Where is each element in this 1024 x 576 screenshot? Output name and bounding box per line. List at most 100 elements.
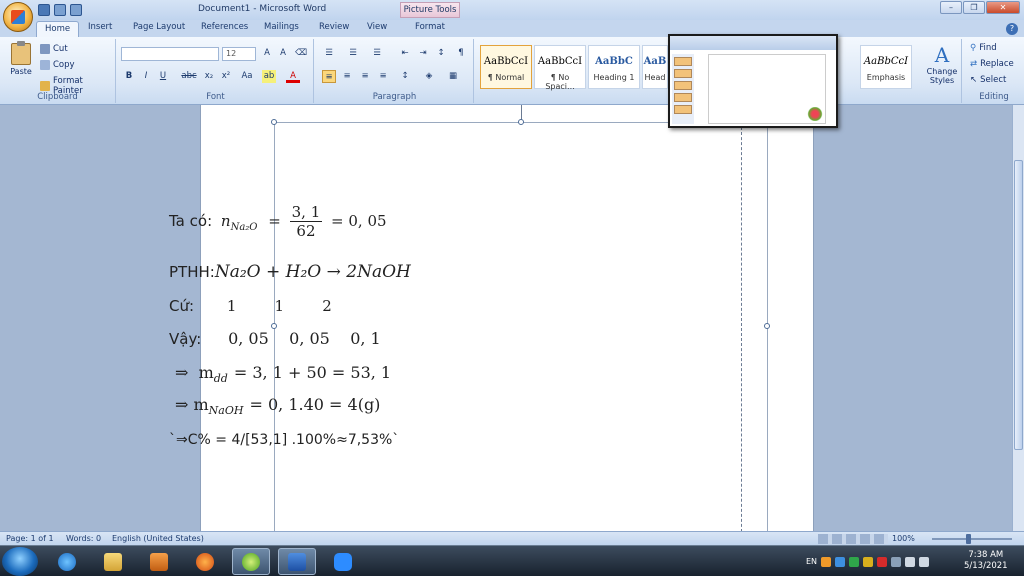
font-name-input[interactable] <box>121 47 219 61</box>
language-indicator[interactable]: English (United States) <box>112 534 204 543</box>
borders-icon[interactable]: ▦ <box>446 70 460 83</box>
tab-view[interactable]: View <box>367 22 387 32</box>
font-size-input[interactable]: 12 <box>222 47 256 61</box>
vertical-scrollbar[interactable] <box>1012 105 1024 531</box>
system-tray: EN <box>806 548 930 575</box>
justify-icon[interactable]: ≡ <box>376 70 390 83</box>
taskbar-media[interactable] <box>140 548 178 575</box>
view-buttons[interactable] <box>818 534 888 544</box>
tray-flag-icon[interactable] <box>891 556 902 567</box>
multilevel-list-icon[interactable]: ☰ <box>370 47 384 60</box>
quick-access-toolbar <box>38 3 82 17</box>
italic-button[interactable]: I <box>139 70 153 83</box>
taskbar-firefox[interactable] <box>186 548 224 575</box>
tray-check-icon[interactable] <box>849 556 860 567</box>
zoom-slider[interactable] <box>932 538 1012 540</box>
undo-icon[interactable] <box>54 4 66 16</box>
numbering-icon[interactable]: ☰ <box>346 47 360 60</box>
scroll-thumb[interactable] <box>1014 160 1023 450</box>
decrease-indent-icon[interactable]: ⇤ <box>398 47 412 60</box>
font-color-icon[interactable]: A <box>286 70 300 83</box>
close-button[interactable]: ✕ <box>986 1 1020 14</box>
taskbar-word[interactable] <box>278 548 316 575</box>
network-icon[interactable] <box>905 556 916 567</box>
zoom-icon <box>334 552 352 571</box>
style-no-spacing[interactable]: AaBbCcI ¶ No Spaci... <box>534 45 586 91</box>
subscript-button[interactable]: x₂ <box>202 70 216 83</box>
tab-review[interactable]: Review <box>319 22 349 32</box>
copy-button[interactable]: Copy <box>40 60 75 70</box>
tab-mailings[interactable]: Mailings <box>264 22 299 32</box>
window-title: Document1 - Microsoft Word <box>198 4 327 14</box>
style-normal[interactable]: AaBbCcI ¶ Normal <box>480 45 532 89</box>
cut-button[interactable]: Cut <box>40 44 68 54</box>
style-emphasis[interactable]: AaBbCcI Emphasis <box>860 45 912 89</box>
resize-handle-right[interactable] <box>764 323 770 329</box>
word-count[interactable]: Words: 0 <box>66 534 101 543</box>
taskbar-zoom[interactable] <box>324 548 362 575</box>
tab-home[interactable]: Home <box>36 21 80 37</box>
tray-app-icon[interactable] <box>821 556 832 567</box>
taskbar-app-green[interactable] <box>232 548 270 575</box>
sort-icon[interactable]: ↕ <box>434 47 448 60</box>
clear-format-icon[interactable]: ⌫ <box>294 47 308 60</box>
align-center-icon[interactable]: ≡ <box>340 70 354 83</box>
binoculars-icon: ⚲ <box>970 43 977 53</box>
grow-font-icon[interactable]: A <box>260 47 274 60</box>
zoom-level[interactable]: 100% <box>892 534 915 543</box>
editing-group-label: Editing <box>979 92 1009 102</box>
tray-shield-icon[interactable] <box>863 556 874 567</box>
page-count[interactable]: Page: 1 of 1 <box>6 534 54 543</box>
increase-indent-icon[interactable]: ⇥ <box>416 47 430 60</box>
underline-button[interactable]: U <box>156 70 170 83</box>
redo-icon[interactable] <box>70 4 82 16</box>
save-icon[interactable] <box>38 4 50 16</box>
tab-format[interactable]: Format <box>415 22 445 32</box>
find-button[interactable]: ⚲ Find <box>970 43 997 53</box>
paste-button[interactable]: Paste <box>6 41 36 89</box>
line-spacing-icon[interactable]: ↕ <box>398 70 412 83</box>
clock[interactable]: 7:38 AM 5/13/2021 <box>964 550 1008 572</box>
scissors-icon <box>40 44 50 54</box>
show-marks-icon[interactable]: ¶ <box>454 47 468 60</box>
align-left-icon[interactable]: ≡ <box>322 70 336 83</box>
change-case-button[interactable]: Aa <box>238 70 256 83</box>
line-mass-solution: ⇒ mdd = 3, 1 + 50 = 53, 1 <box>175 363 392 385</box>
help-icon[interactable]: ? <box>1006 23 1018 35</box>
bold-button[interactable]: B <box>122 70 136 83</box>
style-heading-1[interactable]: AaBbC Heading 1 <box>588 45 640 89</box>
tab-references[interactable]: References <box>201 22 248 32</box>
superscript-button[interactable]: x² <box>219 70 233 83</box>
change-styles-button[interactable]: A Change Styles <box>924 43 960 85</box>
strikethrough-button[interactable]: abc <box>180 70 198 83</box>
start-button[interactable] <box>2 547 38 576</box>
office-button[interactable] <box>3 2 33 32</box>
brush-icon <box>40 81 50 91</box>
clock-time: 7:38 AM <box>968 550 1004 560</box>
restore-button[interactable]: ❐ <box>963 1 985 14</box>
resize-handle-top[interactable] <box>518 119 524 125</box>
select-button[interactable]: ↖ Select <box>970 75 1006 85</box>
shrink-font-icon[interactable]: A <box>276 47 290 60</box>
document-page[interactable] <box>200 105 814 542</box>
highlight-icon[interactable]: ab <box>262 70 276 83</box>
minimize-button[interactable]: – <box>940 1 962 14</box>
tab-page-layout[interactable]: Page Layout <box>133 22 185 32</box>
tray-antivirus-icon[interactable] <box>877 556 888 567</box>
shading-icon[interactable]: ◈ <box>422 70 436 83</box>
align-right-icon[interactable]: ≡ <box>358 70 372 83</box>
replace-button[interactable]: ⇄ Replace <box>970 59 1014 69</box>
taskbar-explorer[interactable] <box>94 548 132 575</box>
window-preview-thumbnail[interactable] <box>668 34 838 128</box>
tray-chat-icon[interactable] <box>835 556 846 567</box>
language-bar[interactable]: EN <box>806 557 817 566</box>
tab-insert[interactable]: Insert <box>88 22 112 32</box>
bullets-icon[interactable]: ☰ <box>322 47 336 60</box>
resize-handle-tl[interactable] <box>271 119 277 125</box>
style-heading-2[interactable]: AaB Head <box>642 45 668 89</box>
taskbar-ie[interactable] <box>48 548 86 575</box>
volume-icon[interactable] <box>919 556 930 567</box>
zoom-slider-knob[interactable] <box>966 534 971 544</box>
line-moles: Vậy: 0, 05 0, 05 0, 1 <box>169 329 381 348</box>
preview-ribbon <box>670 36 836 50</box>
